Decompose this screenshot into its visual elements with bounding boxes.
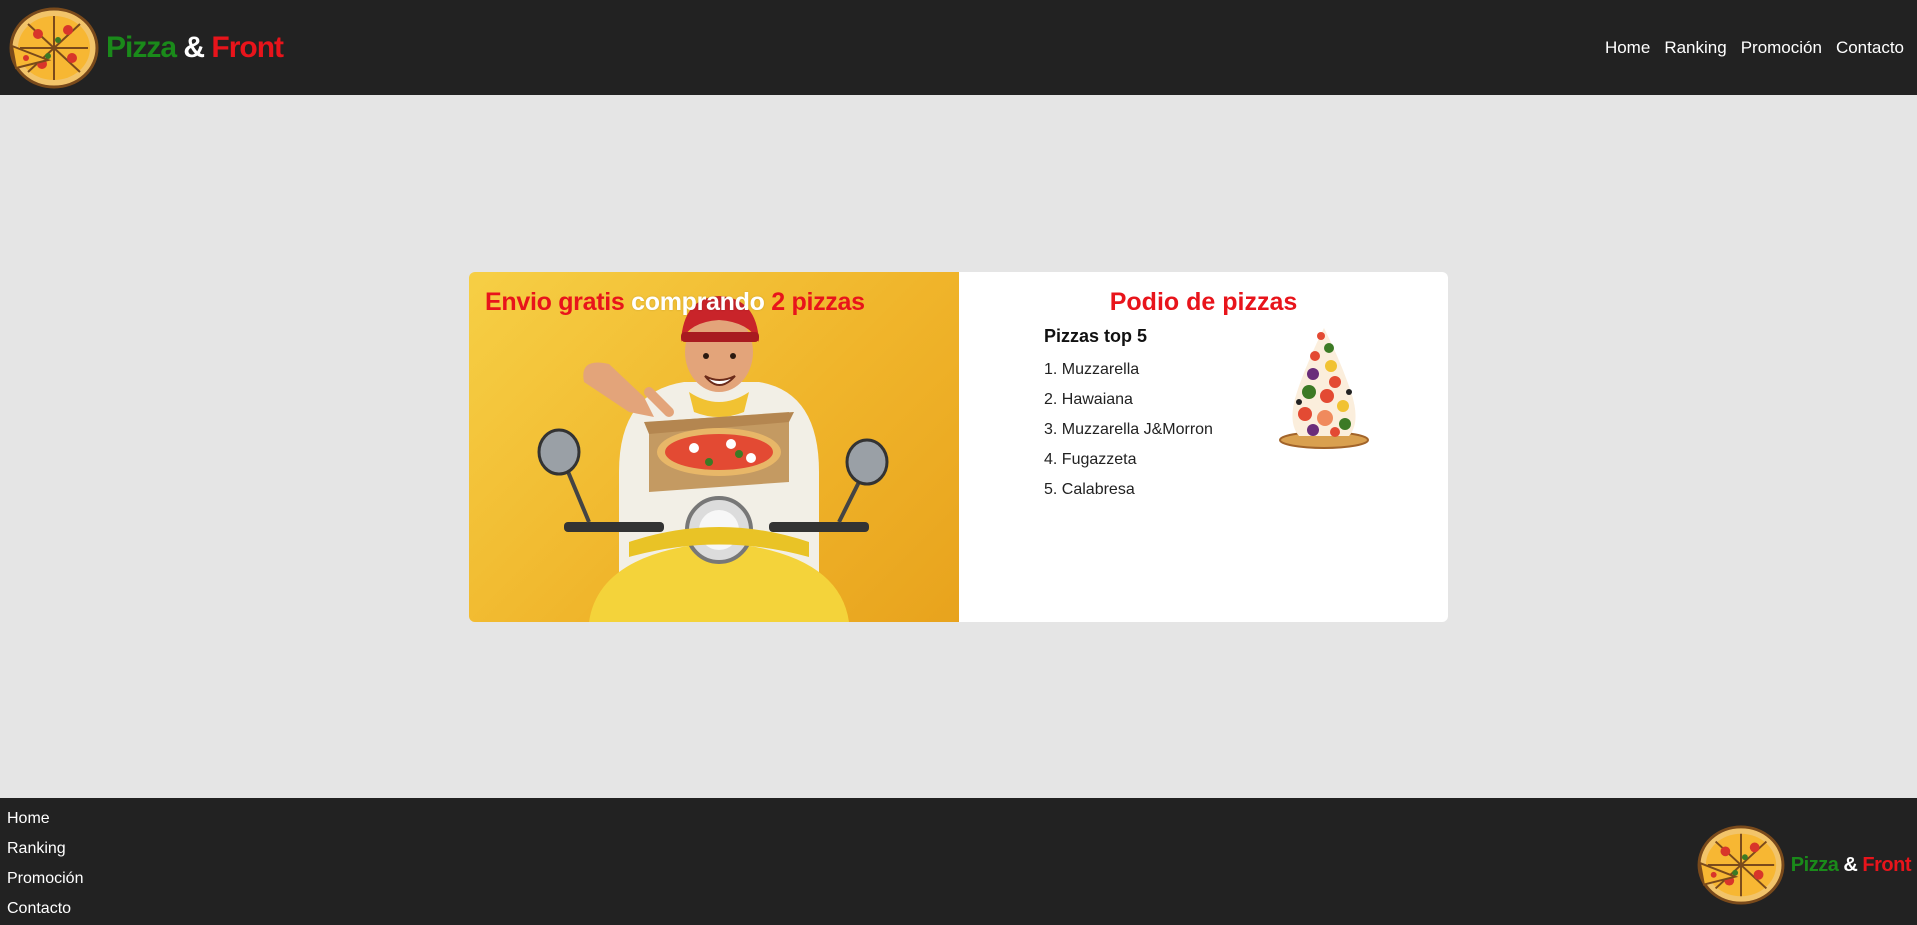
promo-panel: Envio gratis comprando 2 pizzas — [469, 272, 959, 622]
pizza-ranking-list: 1. Muzzarella 2. Hawaiana 3. Muzzarella … — [1044, 360, 1213, 510]
delivery-man-image — [537, 296, 889, 622]
promo-title: Envio gratis comprando 2 pizzas — [485, 288, 865, 317]
brand-word-front: Front — [1862, 853, 1911, 876]
brand-link[interactable]: Pizza & Front — [8, 6, 284, 90]
podium-subtitle: Pizzas top 5 — [1044, 326, 1148, 346]
brand-name: Pizza & Front — [106, 30, 284, 65]
footer-contacto-link[interactable]: Contacto — [7, 899, 83, 925]
footer-promocion-link[interactable]: Promoción — [7, 869, 83, 899]
podium-title: Podio de pizzas — [1109, 288, 1298, 316]
ranking-item: 3. Muzzarella J&Morron — [1044, 421, 1213, 438]
brand-ampersand: & — [183, 30, 205, 64]
pizza-tower-image — [1279, 328, 1369, 449]
brand-word-front: Front — [211, 30, 284, 64]
nav-contacto-link[interactable]: Contacto — [1836, 38, 1904, 58]
footer-ranking-link[interactable]: Ranking — [7, 839, 83, 869]
promo-title-part1: Envio gratis — [485, 288, 625, 316]
ranking-item: 1. Muzzarella — [1044, 361, 1140, 378]
brand-word-pizza: Pizza — [106, 30, 177, 64]
promo-title-part3: 2 pizzas — [771, 288, 865, 316]
main-card: Envio gratis comprando 2 pizzas Podio de… — [469, 272, 1448, 622]
ranking-item: 4. Fugazzeta — [1044, 451, 1137, 468]
footer-nav: Home Ranking Promoción Contacto — [7, 809, 83, 925]
brand-ampersand: & — [1843, 853, 1858, 876]
brand-word-pizza: Pizza — [1790, 853, 1839, 876]
header-nav: Home Ranking Promoción Contacto — [1605, 38, 1909, 58]
ranking-item: 2. Hawaiana — [1044, 391, 1133, 408]
site-footer: Home Ranking Promoción Contacto Pizza & … — [0, 798, 1917, 925]
podium-panel: Podio de pizzas Pizzas top 5 1. Muzzarel… — [959, 272, 1448, 622]
nav-promocion-link[interactable]: Promoción — [1741, 38, 1822, 58]
footer-brand: Pizza & Front — [1695, 824, 1911, 906]
nav-home-link[interactable]: Home — [1605, 38, 1650, 58]
ranking-item: 5. Calabresa — [1044, 481, 1135, 498]
footer-home-link[interactable]: Home — [7, 809, 83, 839]
pizza-logo-icon — [1697, 825, 1785, 905]
site-header: Pizza & Front Home Ranking Promoción Con… — [0, 0, 1917, 95]
footer-brand-name: Pizza & Front — [1790, 853, 1912, 877]
promo-title-part2: comprando — [631, 288, 765, 316]
pizza-logo-icon — [9, 7, 99, 88]
nav-ranking-link[interactable]: Ranking — [1664, 38, 1726, 58]
